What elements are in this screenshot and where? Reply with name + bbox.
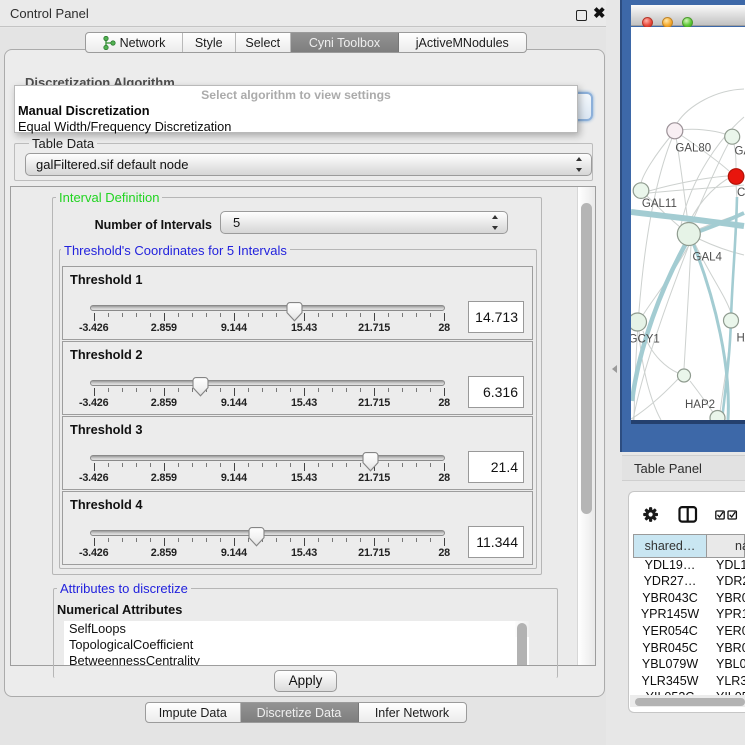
svg-text:CR: CR [737, 187, 745, 199]
svg-text:HAP: HAP [737, 333, 745, 345]
svg-text:HAP2: HAP2 [685, 399, 715, 411]
svg-text:GAL4: GAL4 [693, 252, 723, 264]
svg-text:GAL80: GAL80 [675, 143, 711, 155]
svg-text:GAL11: GAL11 [642, 198, 677, 210]
svg-text:GAL7: GAL7 [735, 146, 745, 158]
svg-text:GCY1: GCY1 [631, 334, 660, 346]
